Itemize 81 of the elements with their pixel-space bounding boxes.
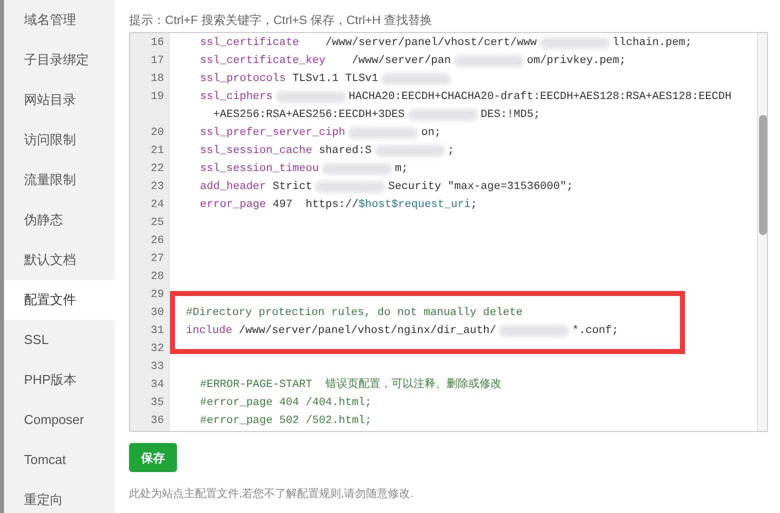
sidebar-item[interactable]: Composer [4,400,115,440]
blurred-text [408,109,478,121]
blurred-text [381,73,452,85]
code-text: /www/server/pan [350,54,451,69]
line-number: 24 [150,198,164,211]
line-number: 33 [150,360,164,373]
code-editor[interactable] [129,32,768,432]
code-text: $host$request_uri [358,198,471,213]
code-keyword: add_header [200,180,266,195]
line-number: 16 [150,36,164,49]
sidebar-item[interactable]: 子目录绑定 [4,40,115,80]
scrollbar-thumb[interactable] [758,115,766,235]
code-keyword: ssl_prefer_server_ciph [200,126,346,141]
line-number: 17 [150,54,164,67]
code-comment: #error_page 502 /502.html; [200,414,372,429]
blurred-text [499,325,570,337]
hint-text: 提示：Ctrl+F 搜索关键字，Ctrl+S 保存，Ctrl+H 查找替换 [129,12,434,29]
line-number: 19 [150,90,164,103]
line-number: 31 [150,324,164,337]
blurred-text [315,181,386,193]
blurred-text [348,127,418,139]
code-comment: #ERROR-PAGE-START 错误页配置，可以注释、删除或修改 [200,376,502,393]
code-keyword: ssl_protocols [200,72,286,87]
code-text: llchain.pem; [612,36,692,51]
code-comment: #Directory protection rules, do not manually delete [186,306,523,321]
code-text: Security "max-age=31536000"; [388,180,574,195]
code-text: ; [470,198,478,213]
code-text: DES:!MD5; [480,108,540,123]
line-number: 30 [150,306,164,319]
sidebar-item[interactable]: 重定向 [4,480,115,513]
blurred-text [540,37,610,49]
code-keyword: ssl_certificate [200,36,300,51]
sidebar-item[interactable]: PHP版本 [4,360,115,400]
code-keyword: ssl_session_cache [200,144,312,159]
footer-note: 此处为站点主配置文件,若您不了解配置规则,请勿随意修改. [129,486,414,502]
code-keyword: include [186,324,232,339]
sidebar-item[interactable]: 访问限制 [4,120,115,160]
line-number: 36 [150,414,164,427]
blurred-text [454,55,524,67]
blurred-text [322,163,392,175]
sidebar-item[interactable]: 域名管理 [4,0,115,40]
line-number: 32 [150,342,164,355]
code-text: Strict [272,180,312,195]
line-number: 26 [150,234,164,247]
line-number: 25 [150,216,164,229]
line-number: 29 [150,288,164,301]
sidebar-item[interactable]: 伪静态 [4,200,115,240]
code-text: /www/server/panel/vhost/nginx/dir_auth/ [238,324,496,339]
line-number: 34 [150,378,164,391]
code-keyword: ssl_session_timeou [200,162,319,177]
code-keyword: error_page [200,198,266,213]
code-keyword: ssl_certificate_key [200,54,326,69]
code-comment: #error_page 404 /404.html; [200,396,372,411]
sidebar-item[interactable]: Tomcat [4,440,115,480]
sidebar-item[interactable]: SSL [4,320,115,360]
blurred-text [276,91,346,103]
code-text: shared:S [318,144,372,159]
sidebar-item[interactable]: 网站目录 [4,80,115,120]
sidebar-item[interactable]: 默认文档 [4,240,115,280]
code-text: m; [394,162,408,177]
code-text: TLSv1.1 TLSv1 [291,72,378,87]
code-text: on; [421,126,442,141]
line-number: 23 [150,180,164,193]
line-number: 18 [150,72,164,85]
sidebar-item[interactable]: 配置文件 [4,280,115,320]
line-number: 35 [150,396,164,409]
line-number: 28 [150,270,164,283]
code-text: HACHA20:EECDH+CHACHA20-draft:EECDH+AES128:RSA+AES128:EECDH [348,90,732,105]
code-text: ; [448,144,454,159]
sidebar-item[interactable]: 流量限制 [4,160,115,200]
code-text: 497 https:// [272,198,358,213]
code-text: om/privkey.pem; [526,54,626,69]
line-number: 21 [150,144,164,157]
code-keyword: ssl_ciphers [200,90,273,105]
code-text: /www/server/panel/vhost/cert/www [324,36,537,51]
blurred-text [374,145,445,157]
line-number: 27 [150,252,164,265]
code-text: +AES256:RSA+AES256:EECDH+3DES [212,108,405,123]
line-number: 22 [150,162,164,175]
code-text: *.conf; [572,324,618,339]
line-number: 20 [150,126,164,139]
